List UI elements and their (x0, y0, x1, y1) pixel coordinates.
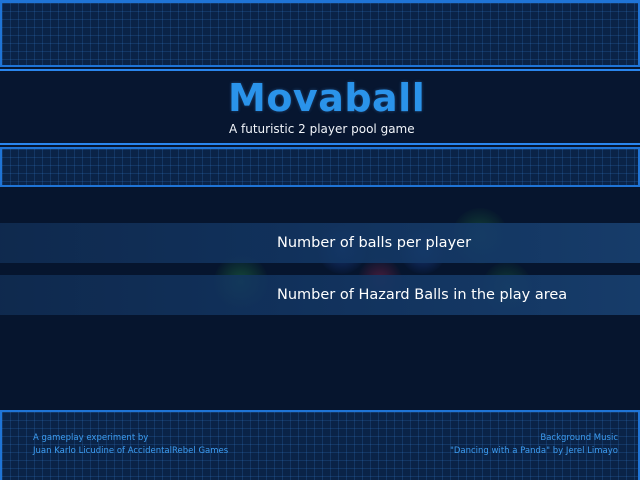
top-grid-strip (0, 0, 640, 67)
developer-credit: A gameplay experiment by Juan Karlo Licu… (33, 432, 228, 458)
game-title: Movaball (228, 76, 426, 120)
credit-line: Background Music (540, 433, 618, 443)
option-label: Number of Hazard Balls in the play area (277, 287, 568, 303)
option-label: Number of balls per player (277, 235, 472, 251)
option-balls-per-player[interactable]: Number of balls per player (0, 223, 640, 263)
music-credit: Background Music "Dancing with a Panda" … (450, 432, 618, 458)
mid-grid-strip (0, 147, 640, 187)
option-hazard-balls[interactable]: Number of Hazard Balls in the play area (0, 275, 640, 315)
game-subtitle: A futuristic 2 player pool game (229, 122, 415, 136)
credit-line: A gameplay experiment by (33, 433, 149, 443)
credit-line: "Dancing with a Panda" by Jerel Limayo (449, 446, 618, 456)
credit-line: Juan Karlo Licudine of AccidentalRebel G… (33, 446, 229, 456)
